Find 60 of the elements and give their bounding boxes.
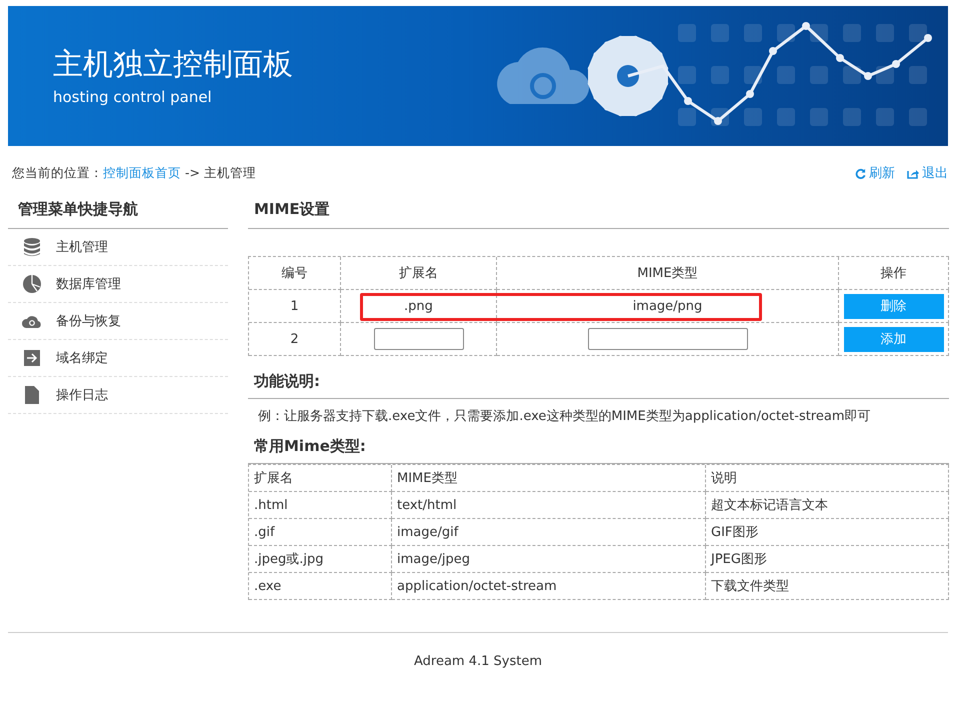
breadcrumb-label: 您当前的位置： (12, 164, 103, 180)
table-cell: image/gif (392, 519, 706, 546)
pie-chart-icon (22, 274, 42, 294)
column-header: 说明 (706, 465, 949, 492)
breadcrumb-current: 主机管理 (204, 164, 256, 180)
database-icon (22, 237, 42, 257)
table-cell: .png (341, 290, 497, 323)
cloud-icon (497, 48, 590, 104)
table-cell: .html (249, 492, 392, 519)
table-cell: .jpeg或.jpg (249, 546, 392, 573)
arrow-icon (24, 350, 40, 366)
sidebar-item[interactable]: 域名绑定 (8, 340, 228, 377)
chart-point (714, 117, 722, 125)
column-header: 扩展名 (341, 257, 497, 290)
table-cell: image/jpeg (392, 546, 706, 573)
document-icon (25, 386, 39, 404)
section-title: 功能说明: (248, 372, 949, 399)
column-header: 编号 (249, 257, 341, 290)
panel-subtitle: hosting control panel (53, 88, 213, 106)
table-cell: 2 (249, 323, 341, 356)
column-header: MIME类型 (497, 257, 839, 290)
table-cell: GIF图形 (706, 519, 949, 546)
column-header: 操作 (839, 257, 949, 290)
chart-point (864, 72, 872, 80)
sidebar-item[interactable]: 数据库管理 (8, 266, 228, 303)
cloud-icon (21, 313, 43, 329)
chart-point (769, 47, 777, 55)
panel-title: 主机独立控制面板 (53, 46, 293, 84)
help-text: 例：让服务器支持下载.exe文件，只需要添加.exe这种类型的MIME类型为application/octet-stream即可 (257, 408, 872, 426)
section-title: 常用Mime类型: (248, 437, 949, 464)
chart-point (802, 22, 810, 30)
refresh-icon (855, 168, 866, 178)
footer-text: Adream 4.1 System (414, 654, 542, 668)
sidebar-item[interactable]: 主机管理 (8, 229, 228, 266)
share-icon (907, 168, 919, 178)
column-header: MIME类型 (392, 465, 706, 492)
chart-point (684, 97, 692, 105)
chart-point (746, 90, 754, 98)
sidebar-item[interactable]: 操作日志 (8, 377, 228, 414)
table-cell: 下载文件类型 (706, 573, 949, 600)
breadcrumb-separator: -> (185, 164, 200, 180)
table-cell: 超文本标记语言文本 (706, 492, 949, 519)
chart-point (924, 34, 932, 42)
sidebar-title: 管理菜单快捷导航 (8, 200, 228, 229)
table-cell: 1 (249, 290, 341, 323)
chart-point (836, 54, 844, 62)
chart-point (892, 60, 900, 68)
gear-icon (588, 36, 668, 116)
section-title: MIME设置 (248, 200, 949, 229)
table-cell: JPEG图形 (706, 546, 949, 573)
sidebar-item[interactable]: 备份与恢复 (8, 303, 228, 340)
refresh-link[interactable]: 刷新 (855, 164, 895, 182)
table-cell: .exe (249, 573, 392, 600)
table-cell: .gif (249, 519, 392, 546)
table-cell: text/html (392, 492, 706, 519)
extension-field[interactable] (374, 328, 464, 350)
mime-type-field[interactable] (588, 328, 748, 350)
table-cell: application/octet-stream (392, 573, 706, 600)
table-cell: image/png (497, 290, 839, 323)
column-header: 扩展名 (249, 465, 392, 492)
